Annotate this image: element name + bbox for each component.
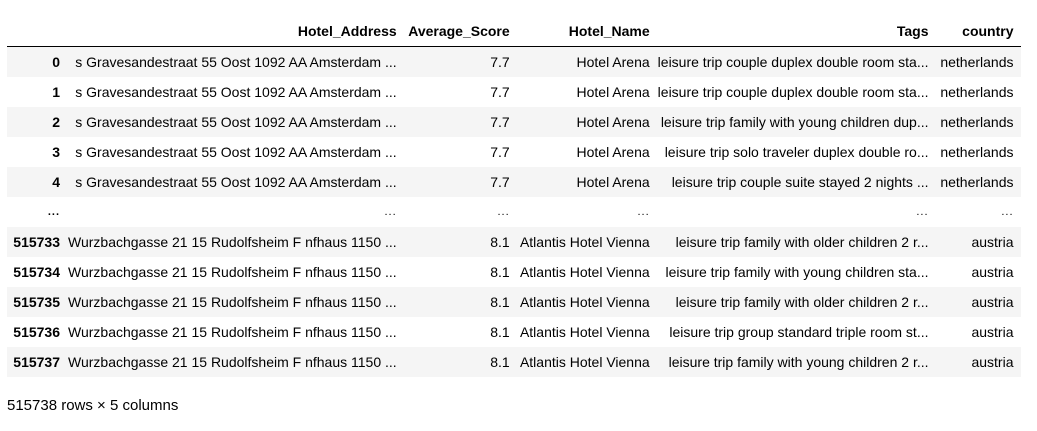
- row-index: 1: [52, 83, 60, 100]
- cell-average-score: 7.7: [490, 113, 510, 130]
- cell-country: netherlands: [940, 113, 1014, 130]
- cell-country: netherlands: [940, 83, 1014, 100]
- cell-average-score: 7.7: [490, 173, 510, 190]
- row-index: 515735: [13, 293, 60, 310]
- cell-country: austria: [971, 353, 1014, 370]
- cell-tags: leisure trip family with young children …: [668, 353, 929, 370]
- cell-tags: ...: [916, 205, 929, 218]
- column-header-average-score: Average_Score: [404, 16, 518, 47]
- cell-hotel-name: Hotel Arena: [576, 83, 650, 100]
- cell-hotel-address: Wurzbachgasse 21 15 Rudolfsheim F nfhaus…: [68, 293, 397, 310]
- row-index: 515736: [13, 323, 60, 340]
- cell-hotel-name: Hotel Arena: [576, 143, 650, 160]
- cell-average-score: 7.7: [490, 143, 510, 160]
- cell-country: austria: [971, 233, 1014, 250]
- cell-country: netherlands: [940, 143, 1014, 160]
- table-row: 4 s Gravesandestraat 55 Oost 1092 AA Amst…: [7, 166, 1021, 197]
- index-header: [7, 16, 68, 47]
- cell-tags: leisure trip couple duplex double room s…: [657, 83, 929, 100]
- column-header-tags: Tags: [657, 16, 937, 47]
- column-header-country: country: [936, 16, 1021, 47]
- table-row: 515734 Wurzbachgasse 21 15 Rudolfsheim F …: [7, 256, 1021, 287]
- cell-hotel-name: Atlantis Hotel Vienna: [519, 293, 650, 310]
- cell-hotel-address: s Gravesandestraat 55 Oost 1092 AA Amste…: [75, 83, 397, 100]
- cell-country: netherlands: [940, 173, 1014, 190]
- cell-hotel-address: Wurzbachgasse 21 15 Rudolfsheim F nfhaus…: [68, 233, 397, 250]
- cell-tags: leisure trip couple suite stayed 2 night…: [671, 173, 929, 190]
- cell-country: austria: [971, 323, 1014, 340]
- table-row: 515736 Wurzbachgasse 21 15 Rudolfsheim F …: [7, 316, 1021, 347]
- table-row: 515737 Wurzbachgasse 21 15 Rudolfsheim F …: [7, 346, 1021, 377]
- table-body: 0 s Gravesandestraat 55 Oost 1092 AA Amst…: [7, 46, 1021, 377]
- row-index: 4: [52, 173, 60, 190]
- row-index: 515737: [13, 353, 60, 370]
- cell-hotel-address: Wurzbachgasse 21 15 Rudolfsheim F nfhaus…: [68, 323, 397, 340]
- cell-hotel-name: ...: [637, 205, 650, 218]
- cell-hotel-address: s Gravesandestraat 55 Oost 1092 AA Amste…: [75, 53, 397, 70]
- cell-country: austria: [971, 293, 1014, 310]
- cell-hotel-name: Atlantis Hotel Vienna: [519, 323, 650, 340]
- row-index: 0: [52, 53, 60, 70]
- row-index: 2: [52, 113, 60, 130]
- row-index: 515733: [13, 233, 60, 250]
- cell-hotel-address: Wurzbachgasse 21 15 Rudolfsheim F nfhaus…: [68, 263, 397, 280]
- cell-hotel-name: Atlantis Hotel Vienna: [519, 353, 650, 370]
- cell-hotel-address: Wurzbachgasse 21 15 Rudolfsheim F nfhaus…: [68, 353, 397, 370]
- cell-tags: leisure trip group standard triple room …: [669, 323, 929, 340]
- cell-average-score: 8.1: [490, 323, 510, 340]
- cell-hotel-address: ...: [384, 205, 397, 218]
- cell-average-score: 8.1: [490, 263, 510, 280]
- table-row: 0 s Gravesandestraat 55 Oost 1092 AA Amst…: [7, 46, 1021, 77]
- dataframe-table: Hotel_Address Average_Score Hotel_Name T…: [7, 16, 1021, 377]
- table-row: 1 s Gravesandestraat 55 Oost 1092 AA Amst…: [7, 76, 1021, 107]
- cell-tags: leisure trip solo traveler duplex double…: [664, 143, 929, 160]
- cell-hotel-name: Atlantis Hotel Vienna: [519, 263, 650, 280]
- cell-tags: leisure trip family with young children …: [660, 113, 929, 130]
- cell-country: netherlands: [940, 53, 1014, 70]
- cell-country: austria: [971, 263, 1014, 280]
- table-row: 515733 Wurzbachgasse 21 15 Rudolfsheim F …: [7, 226, 1021, 257]
- cell-hotel-address: s Gravesandestraat 55 Oost 1092 AA Amste…: [75, 143, 397, 160]
- table-row: 2 s Gravesandestraat 55 Oost 1092 AA Amst…: [7, 106, 1021, 137]
- cell-hotel-address: s Gravesandestraat 55 Oost 1092 AA Amste…: [75, 173, 397, 190]
- row-index: 3: [52, 143, 60, 160]
- cell-hotel-name: Hotel Arena: [576, 53, 650, 70]
- table-header: Hotel_Address Average_Score Hotel_Name T…: [7, 16, 1021, 47]
- column-header-hotel-name: Hotel_Name: [517, 16, 658, 47]
- cell-tags: leisure trip family with young children …: [665, 263, 929, 280]
- cell-average-score: 7.7: [490, 53, 510, 70]
- dataframe-output: Hotel_Address Average_Score Hotel_Name T…: [7, 16, 1021, 377]
- row-index: 515734: [13, 263, 60, 280]
- table-row: 515735 Wurzbachgasse 21 15 Rudolfsheim F …: [7, 286, 1021, 317]
- cell-average-score: 7.7: [490, 83, 510, 100]
- cell-tags: leisure trip family with older children …: [675, 233, 929, 250]
- cell-hotel-address: s Gravesandestraat 55 Oost 1092 AA Amste…: [75, 113, 397, 130]
- ellipsis-row: ..................: [7, 196, 1021, 227]
- cell-hotel-name: Hotel Arena: [576, 173, 650, 190]
- cell-average-score: 8.1: [490, 233, 510, 250]
- header-row: Hotel_Address Average_Score Hotel_Name T…: [7, 16, 1021, 47]
- cell-average-score: 8.1: [490, 353, 510, 370]
- cell-hotel-name: Hotel Arena: [576, 113, 650, 130]
- column-header-hotel-address: Hotel_Address: [68, 16, 405, 47]
- cell-average-score: 8.1: [490, 293, 510, 310]
- cell-country: ...: [1001, 205, 1014, 218]
- cell-average-score: ...: [497, 205, 510, 218]
- cell-hotel-name: Atlantis Hotel Vienna: [519, 233, 650, 250]
- dataframe-shape: 515738 rows × 5 columns: [7, 397, 179, 414]
- row-index: ...: [47, 205, 60, 218]
- cell-tags: leisure trip family with older children …: [675, 293, 929, 310]
- cell-tags: leisure trip couple duplex double room s…: [657, 53, 929, 70]
- table-row: 3 s Gravesandestraat 55 Oost 1092 AA Amst…: [7, 136, 1021, 167]
